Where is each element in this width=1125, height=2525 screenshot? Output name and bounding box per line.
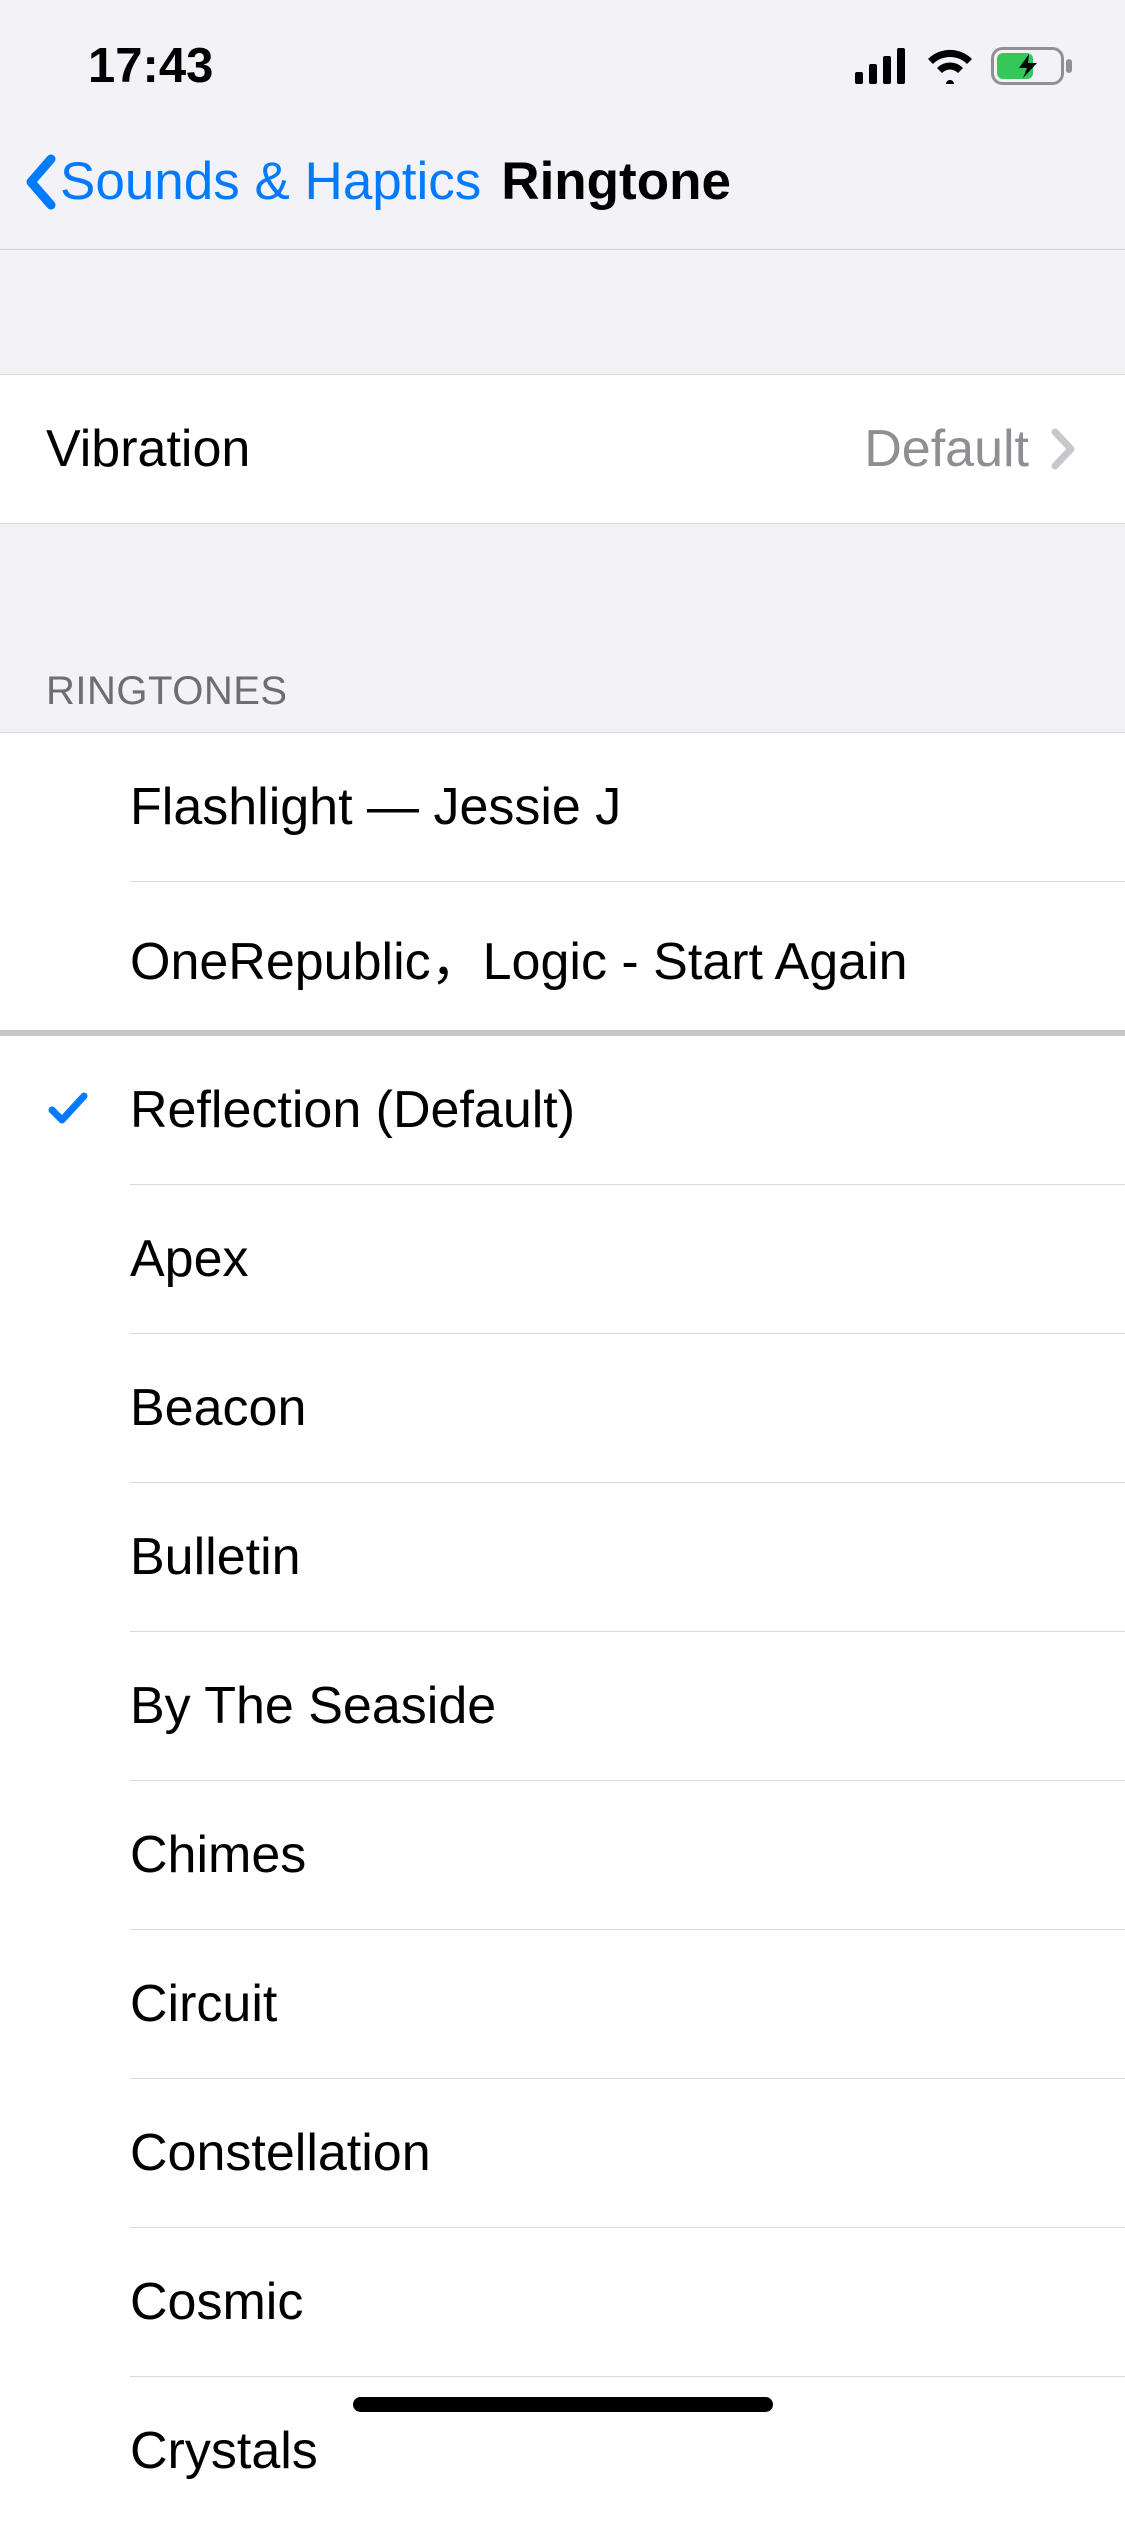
back-button[interactable]: Sounds & Haptics bbox=[20, 151, 481, 212]
status-time: 17:43 bbox=[88, 38, 213, 94]
home-indicator[interactable] bbox=[353, 2397, 773, 2412]
ringtone-label: By The Seaside bbox=[130, 1676, 1125, 1736]
cellular-signal-icon bbox=[855, 48, 909, 84]
ringtone-label: Crystals bbox=[130, 2421, 1125, 2481]
vibration-section: Vibration Default bbox=[0, 374, 1125, 524]
wifi-icon bbox=[925, 48, 975, 84]
ringtone-label: Cosmic bbox=[130, 2272, 1125, 2332]
chevron-right-icon bbox=[1049, 428, 1079, 470]
vibration-row[interactable]: Vibration Default bbox=[0, 375, 1125, 523]
battery-charging-icon bbox=[991, 47, 1075, 85]
vibration-label: Vibration bbox=[46, 419, 864, 479]
ringtone-row[interactable]: OneRepublic，Logic - Start Again bbox=[0, 882, 1125, 1030]
check-column bbox=[46, 1086, 130, 1135]
ringtone-label: Circuit bbox=[130, 1974, 1125, 2034]
ringtone-row[interactable]: Chimes bbox=[0, 1781, 1125, 1929]
ringtones-header: RINGTONES bbox=[0, 669, 334, 732]
ringtone-label: Bulletin bbox=[130, 1527, 1125, 1587]
vibration-value: Default bbox=[864, 419, 1029, 479]
chevron-left-icon bbox=[20, 157, 60, 207]
ringtone-label: Constellation bbox=[130, 2123, 1125, 2183]
nav-title: Ringtone bbox=[501, 151, 731, 212]
ringtone-row[interactable]: Reflection (Default) bbox=[0, 1036, 1125, 1184]
status-bar: 17:43 bbox=[0, 0, 1125, 132]
back-label: Sounds & Haptics bbox=[60, 151, 481, 212]
ringtone-row[interactable]: Constellation bbox=[0, 2079, 1125, 2227]
section-gap bbox=[0, 250, 1125, 374]
ringtone-label: Beacon bbox=[130, 1378, 1125, 1438]
ringtone-row[interactable]: Circuit bbox=[0, 1930, 1125, 2078]
ringtones-header-container: RINGTONES bbox=[0, 524, 1125, 732]
ringtone-row[interactable]: Flashlight — Jessie J bbox=[0, 733, 1125, 881]
custom-ringtones-group: Flashlight — Jessie J OneRepublic，Logic … bbox=[0, 732, 1125, 1030]
nav-bar: Sounds & Haptics Ringtone bbox=[0, 132, 1125, 250]
ringtone-label: Apex bbox=[130, 1229, 1125, 1289]
ringtone-label: Flashlight — Jessie J bbox=[130, 777, 1125, 837]
ringtone-row[interactable]: Beacon bbox=[0, 1334, 1125, 1482]
builtin-ringtones-group: Reflection (Default) Apex Beacon Bulleti… bbox=[0, 1036, 1125, 2525]
ringtone-row[interactable]: By The Seaside bbox=[0, 1632, 1125, 1780]
status-indicators bbox=[855, 47, 1075, 85]
ringtone-label: OneRepublic，Logic - Start Again bbox=[130, 919, 1125, 994]
checkmark-icon bbox=[46, 1086, 90, 1135]
ringtone-row[interactable]: Apex bbox=[0, 1185, 1125, 1333]
ringtone-label: Reflection (Default) bbox=[130, 1080, 1125, 1140]
ringtone-row[interactable]: Bulletin bbox=[0, 1483, 1125, 1631]
ringtone-label: Chimes bbox=[130, 1825, 1125, 1885]
ringtone-row[interactable]: Cosmic bbox=[0, 2228, 1125, 2376]
